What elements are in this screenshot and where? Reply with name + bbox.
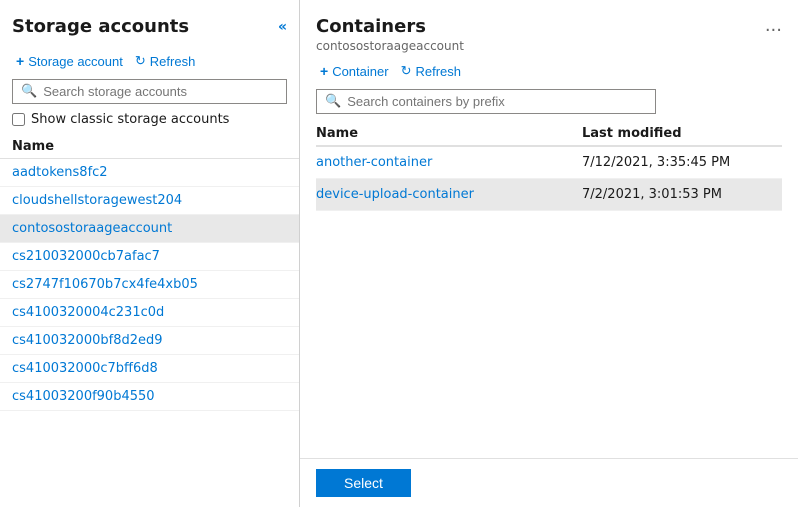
account-item[interactable]: cs210032000cb7afac7 (0, 243, 299, 271)
account-item[interactable]: cs410032000c7bff6d8 (0, 355, 299, 383)
main-layout: Storage accounts « + Storage account ↻ R… (0, 0, 798, 507)
account-list: aadtokens8fc2cloudshellstoragewest204con… (0, 159, 299, 507)
right-search-icon: 🔍 (325, 94, 341, 109)
account-item[interactable]: cloudshellstoragewest204 (0, 187, 299, 215)
collapse-button[interactable]: « (278, 19, 287, 35)
right-refresh-button[interactable]: ↻ Refresh (397, 61, 465, 81)
left-panel-header: Storage accounts « (0, 0, 299, 47)
container-modified: 7/2/2021, 3:01:53 PM (582, 187, 782, 202)
left-search-icon: 🔍 (21, 84, 37, 99)
show-classic-checkbox[interactable] (12, 113, 25, 126)
account-item[interactable]: cs410032000bf8d2ed9 (0, 327, 299, 355)
left-refresh-label: Refresh (150, 54, 196, 69)
select-button[interactable]: Select (316, 469, 411, 497)
right-refresh-icon: ↻ (401, 63, 412, 79)
right-search-wrap: 🔍 (300, 89, 798, 122)
add-storage-account-label: Storage account (28, 54, 123, 69)
containers-title: Containers (316, 16, 464, 37)
add-container-button[interactable]: + Container (316, 61, 393, 81)
left-search-box: 🔍 (12, 79, 287, 104)
table-row[interactable]: another-container7/12/2021, 3:35:45 PM (316, 147, 782, 179)
account-item[interactable]: aadtokens8fc2 (0, 159, 299, 187)
col-name-header: Name (316, 126, 582, 141)
classic-accounts-row: Show classic storage accounts (0, 110, 299, 135)
right-panel: Containers contosostoraageaccount ··· + … (300, 0, 798, 507)
table-header: Name Last modified (316, 122, 782, 147)
storage-accounts-title: Storage accounts (12, 16, 189, 37)
account-item[interactable]: contosostoraageaccount (0, 215, 299, 243)
account-item[interactable]: cs41003200f90b4550 (0, 383, 299, 411)
more-options-button[interactable]: ··· (765, 20, 782, 41)
containers-rows: another-container7/12/2021, 3:35:45 PMde… (316, 147, 782, 211)
left-refresh-button[interactable]: ↻ Refresh (131, 51, 199, 71)
right-refresh-label: Refresh (415, 64, 461, 79)
col-modified-header: Last modified (582, 126, 782, 141)
accounts-name-header: Name (12, 139, 54, 154)
footer-bar: Select (300, 458, 798, 507)
table-row[interactable]: device-upload-container7/2/2021, 3:01:53… (316, 179, 782, 211)
containers-table: Name Last modified another-container7/12… (300, 122, 798, 458)
left-refresh-icon: ↻ (135, 53, 146, 69)
container-name: device-upload-container (316, 187, 582, 202)
search-storage-input[interactable] (43, 84, 278, 99)
right-toolbar: + Container ↻ Refresh (300, 53, 798, 89)
container-plus-icon: + (320, 63, 328, 79)
right-search-box: 🔍 (316, 89, 656, 114)
left-panel: Storage accounts « + Storage account ↻ R… (0, 0, 300, 507)
account-item[interactable]: cs4100320004c231c0d (0, 299, 299, 327)
select-label: Select (344, 475, 383, 491)
show-classic-label: Show classic storage accounts (31, 112, 229, 127)
containers-subtitle: contosostoraageaccount (316, 39, 464, 53)
container-name: another-container (316, 155, 582, 170)
right-header: Containers contosostoraageaccount ··· (300, 0, 798, 53)
accounts-column-header: Name (0, 135, 299, 159)
add-container-label: Container (332, 64, 388, 79)
search-containers-input[interactable] (347, 94, 647, 109)
left-search-wrap: 🔍 (0, 79, 299, 110)
account-item[interactable]: cs2747f10670b7cx4fe4xb05 (0, 271, 299, 299)
add-storage-account-button[interactable]: + Storage account (12, 51, 127, 71)
plus-icon: + (16, 53, 24, 69)
right-title-area: Containers contosostoraageaccount (316, 16, 464, 53)
container-modified: 7/12/2021, 3:35:45 PM (582, 155, 782, 170)
left-toolbar: + Storage account ↻ Refresh (0, 47, 299, 79)
